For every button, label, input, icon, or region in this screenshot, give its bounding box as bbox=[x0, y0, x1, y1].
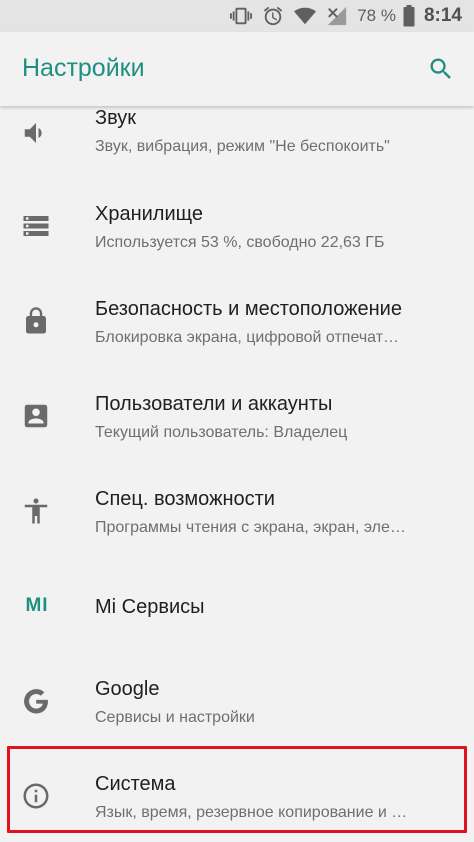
settings-item-system[interactable]: Система Язык, время, резервное копирован… bbox=[0, 746, 474, 840]
settings-item-accessibility[interactable]: Спец. возможности Программы чтения с экр… bbox=[0, 461, 474, 555]
settings-item-title: Google bbox=[95, 678, 160, 700]
search-button[interactable] bbox=[426, 54, 456, 84]
settings-item-google[interactable]: Google Сервисы и настройки bbox=[0, 651, 474, 745]
settings-item-subtitle: Сервисы и настройки bbox=[95, 709, 255, 726]
settings-item-mi-services[interactable]: MI Mi Сервисы bbox=[0, 556, 474, 650]
android-settings-screen: 78 % 8:14 Настройки Звук Звук, вибрация,… bbox=[0, 0, 474, 842]
settings-list: Звук Звук, вибрация, режим "Не беспокоит… bbox=[0, 106, 474, 842]
settings-item-subtitle: Звук, вибрация, режим "Не беспокоить" bbox=[95, 138, 390, 155]
settings-item-users-accounts[interactable]: Пользователи и аккаунты Текущий пользова… bbox=[0, 366, 474, 460]
settings-item-title: Спец. возможности bbox=[95, 488, 275, 510]
clock: 8:14 bbox=[423, 5, 462, 26]
battery-icon bbox=[402, 5, 416, 27]
settings-item-title: Mi Сервисы bbox=[95, 596, 205, 618]
search-icon bbox=[430, 58, 451, 79]
vibrate-icon bbox=[229, 5, 253, 27]
settings-item-security[interactable]: Безопасность и местоположение Блокировка… bbox=[0, 271, 474, 365]
google-icon bbox=[20, 685, 52, 717]
lock-icon bbox=[20, 305, 52, 337]
settings-item-storage[interactable]: Хранилище Используется 53 %, свободно 22… bbox=[0, 176, 474, 270]
storage-icon bbox=[20, 210, 52, 242]
page-title: Настройки bbox=[22, 54, 145, 82]
wifi-icon bbox=[293, 5, 317, 27]
battery-percent: 78 % bbox=[357, 6, 396, 25]
settings-item-subtitle: Язык, время, резервное копирование и … bbox=[95, 804, 408, 821]
settings-item-sound[interactable]: Звук Звук, вибрация, режим "Не беспокоит… bbox=[0, 106, 474, 176]
info-icon bbox=[20, 780, 52, 812]
settings-item-subtitle: Используется 53 %, свободно 22,63 ГБ bbox=[95, 234, 385, 251]
settings-item-title: Система bbox=[95, 773, 176, 795]
alarm-icon bbox=[261, 5, 285, 27]
app-bar: Настройки bbox=[0, 32, 474, 106]
volume-icon bbox=[20, 117, 52, 149]
status-bar: 78 % 8:14 bbox=[0, 0, 474, 32]
settings-item-title: Безопасность и местоположение bbox=[95, 298, 402, 320]
settings-item-title: Пользователи и аккаунты bbox=[95, 393, 333, 415]
settings-item-subtitle: Программы чтения с экрана, экран, эле… bbox=[95, 519, 406, 536]
accessibility-icon bbox=[20, 495, 52, 527]
account-box-icon bbox=[20, 400, 52, 432]
no-signal-icon bbox=[325, 5, 349, 27]
settings-item-title: Хранилище bbox=[95, 203, 203, 225]
settings-item-subtitle: Блокировка экрана, цифровой отпечат… bbox=[95, 329, 400, 346]
settings-item-subtitle: Текущий пользователь: Владелец bbox=[95, 424, 348, 441]
mi-logo-icon: MI bbox=[25, 595, 49, 616]
settings-item-title: Звук bbox=[95, 107, 137, 129]
